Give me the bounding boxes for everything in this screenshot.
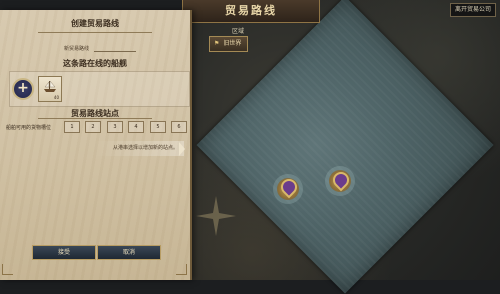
region-selector[interactable]: ⚑ 旧世界 xyxy=(209,36,249,52)
cargo-slot[interactable]: 1 xyxy=(64,121,80,133)
compass-icon xyxy=(196,196,236,236)
arrow-right-icon xyxy=(179,142,185,156)
route-name-field[interactable] xyxy=(94,51,136,52)
accept-button[interactable]: 接受 xyxy=(32,245,96,260)
add-station-hint: 从港串选择以增加新的站点。 xyxy=(94,141,184,156)
add-ship-button[interactable]: + xyxy=(12,78,34,100)
frame-corner xyxy=(176,264,187,275)
ship-icon xyxy=(44,80,56,92)
cargo-slot[interactable]: 2 xyxy=(85,121,101,133)
frame-corner xyxy=(2,264,13,275)
cancel-button[interactable]: 取消 xyxy=(97,245,161,260)
cargo-slot[interactable]: 4 xyxy=(128,121,144,133)
divider xyxy=(38,118,152,119)
region-selected: 旧世界 xyxy=(223,40,242,47)
ships-heading: 这条路在线的船舰 xyxy=(63,59,127,68)
leave-trade-company-button[interactable]: 离开贸易公司 xyxy=(449,3,496,17)
cargo-slot[interactable]: 5 xyxy=(150,121,166,133)
ship-count: 40 xyxy=(53,95,59,100)
region-label: 区域 xyxy=(232,28,245,35)
cargo-slots-label: 船舶可用的货物槽位 xyxy=(6,125,52,131)
cargo-slot[interactable]: 6 xyxy=(171,121,187,133)
divider xyxy=(38,32,152,33)
ship-card[interactable]: 40 xyxy=(38,76,62,102)
create-route-heading: 创建贸易路线 xyxy=(71,19,119,28)
flag-icon: ⚑ xyxy=(214,40,220,47)
route-name-label: 新贸易路线 xyxy=(64,46,90,52)
cargo-slot[interactable]: 3 xyxy=(107,121,123,133)
ships-list xyxy=(9,71,190,107)
page-title: 贸易路线 xyxy=(182,0,320,23)
